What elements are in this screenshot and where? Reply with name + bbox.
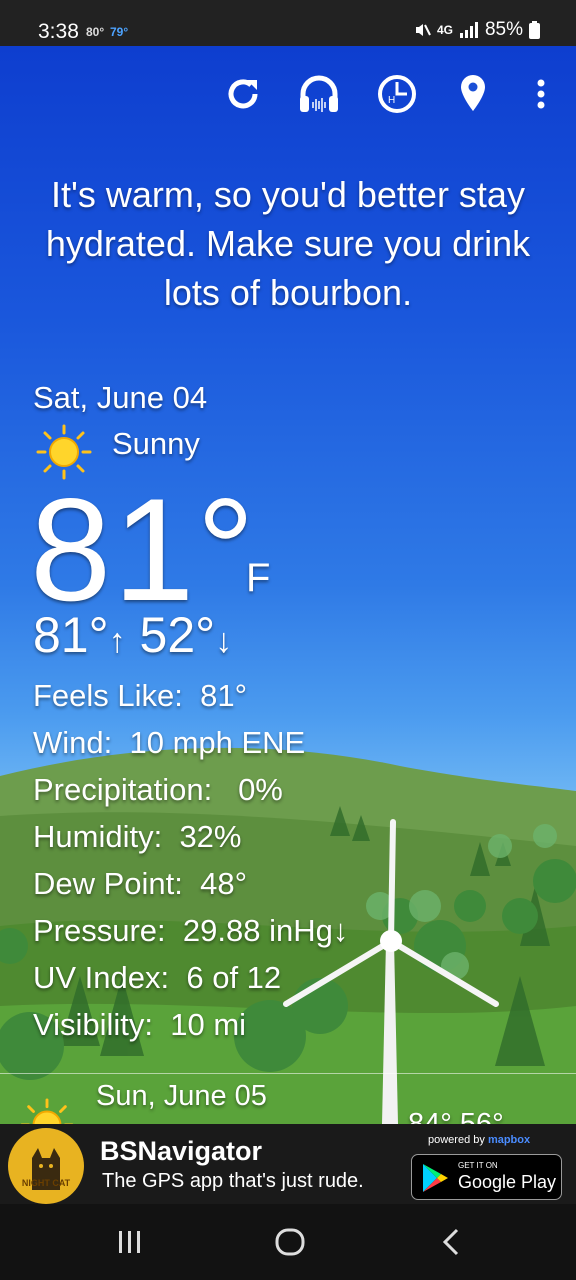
weather-main: H It's warm, so you'd better stay hydrat… bbox=[0, 46, 576, 1124]
detail-value: 48° bbox=[200, 866, 248, 901]
detail-label: Precipitation: bbox=[33, 772, 213, 807]
detail-label: Visibility: bbox=[33, 1007, 154, 1042]
mapbox-brand: mapbox bbox=[487, 1134, 531, 1146]
powered-by-label: powered by bbox=[428, 1134, 485, 1146]
back-icon[interactable] bbox=[432, 1222, 472, 1262]
high-low: 81°↑ 52°↓ bbox=[33, 606, 232, 664]
detail-value: 6 of 12 bbox=[186, 960, 282, 995]
google-play-get-label: GET IT ON bbox=[458, 1161, 498, 1170]
condition-label: Sunny bbox=[112, 426, 200, 461]
next-day-date[interactable]: Sun, June 05 bbox=[96, 1080, 267, 1113]
status-time: 3:38 bbox=[38, 20, 79, 43]
detail-label: UV Index: bbox=[33, 960, 170, 995]
detail-label: Wind: bbox=[33, 725, 113, 760]
detail-value: 10 mi bbox=[170, 1007, 247, 1042]
detail-uv-index: UV Index: 6 of 12 bbox=[33, 960, 281, 996]
svg-text:H: H bbox=[388, 95, 395, 106]
location-pin-icon[interactable] bbox=[451, 72, 495, 116]
home-icon[interactable] bbox=[270, 1222, 310, 1262]
detail-wind: Wind: 10 mph ENE bbox=[33, 725, 305, 761]
up-arrow-icon: ↑ bbox=[108, 622, 126, 660]
weather-message: It's warm, so you'd better stay hydrated… bbox=[45, 174, 531, 313]
detail-dew-point: Dew Point: 48° bbox=[33, 866, 247, 902]
cat-icon bbox=[32, 1148, 60, 1190]
detail-value: 0% bbox=[238, 772, 283, 807]
detail-label: Pressure: bbox=[33, 913, 166, 948]
google-play-store-label: Google Play bbox=[458, 1172, 557, 1192]
google-play-button[interactable]: GET IT ON Google Play bbox=[411, 1154, 562, 1200]
ad-subtitle: The GPS app that's just rude. bbox=[102, 1170, 364, 1192]
high-temp: 81° bbox=[33, 607, 109, 663]
temperature-unit: F bbox=[246, 556, 271, 600]
detail-label: Feels Like: bbox=[33, 678, 183, 713]
detail-label: Dew Point: bbox=[33, 866, 183, 901]
ad-logo: NIGHT CAT bbox=[8, 1128, 84, 1204]
signal-icon bbox=[459, 22, 478, 38]
detail-value: 29.88 inHg↓ bbox=[182, 913, 349, 948]
down-arrow-icon: ↓ bbox=[215, 622, 233, 660]
ad-title: BSNavigator bbox=[100, 1136, 263, 1166]
detail-pressure: Pressure: 29.88 inHg↓ bbox=[33, 913, 348, 949]
detail-value: 32% bbox=[179, 819, 242, 854]
network-4g-icon: 4G bbox=[436, 23, 453, 37]
more-vert-icon[interactable] bbox=[519, 72, 563, 116]
next-day-sun-icon bbox=[20, 1098, 74, 1124]
low-temp: 52° bbox=[139, 607, 216, 663]
status-temp-low: 79° bbox=[110, 25, 129, 39]
next-day-temps: 84° 56° bbox=[408, 1108, 504, 1124]
refresh-icon[interactable] bbox=[221, 72, 265, 116]
detail-value: 81° bbox=[200, 678, 248, 713]
detail-precipitation: Precipitation: 0% bbox=[33, 772, 283, 808]
forecast-divider bbox=[0, 1073, 576, 1074]
detail-label: Humidity: bbox=[33, 819, 163, 854]
battery-icon bbox=[529, 21, 540, 39]
history-clock-icon[interactable]: H bbox=[375, 72, 419, 116]
ad-banner[interactable]: NIGHT CAT BSNavigator The GPS app that's… bbox=[0, 1124, 576, 1204]
navigation-bar bbox=[0, 1204, 576, 1280]
status-bar: 3:38 80° 79° 4G 85% bbox=[0, 0, 576, 46]
ad-powered-by: powered by mapbox bbox=[428, 1134, 530, 1146]
recents-icon[interactable] bbox=[110, 1222, 150, 1262]
status-temp-high: 80° bbox=[86, 25, 105, 39]
status-indicators: 4G 85% bbox=[413, 19, 540, 41]
toolbar: H bbox=[0, 72, 576, 120]
detail-value: 10 mph ENE bbox=[129, 725, 306, 760]
battery-percent: 85% bbox=[484, 19, 523, 40]
current-date: Sat, June 04 bbox=[33, 380, 208, 415]
mute-icon bbox=[415, 24, 431, 36]
google-play-icon bbox=[423, 1164, 448, 1192]
headphones-icon[interactable] bbox=[297, 72, 341, 116]
detail-feels-like: Feels Like: 81° bbox=[33, 678, 247, 714]
detail-humidity: Humidity: 32% bbox=[33, 819, 241, 855]
ad-logo-text: NIGHT CAT bbox=[21, 1178, 71, 1188]
detail-visibility: Visibility: 10 mi bbox=[33, 1007, 246, 1043]
